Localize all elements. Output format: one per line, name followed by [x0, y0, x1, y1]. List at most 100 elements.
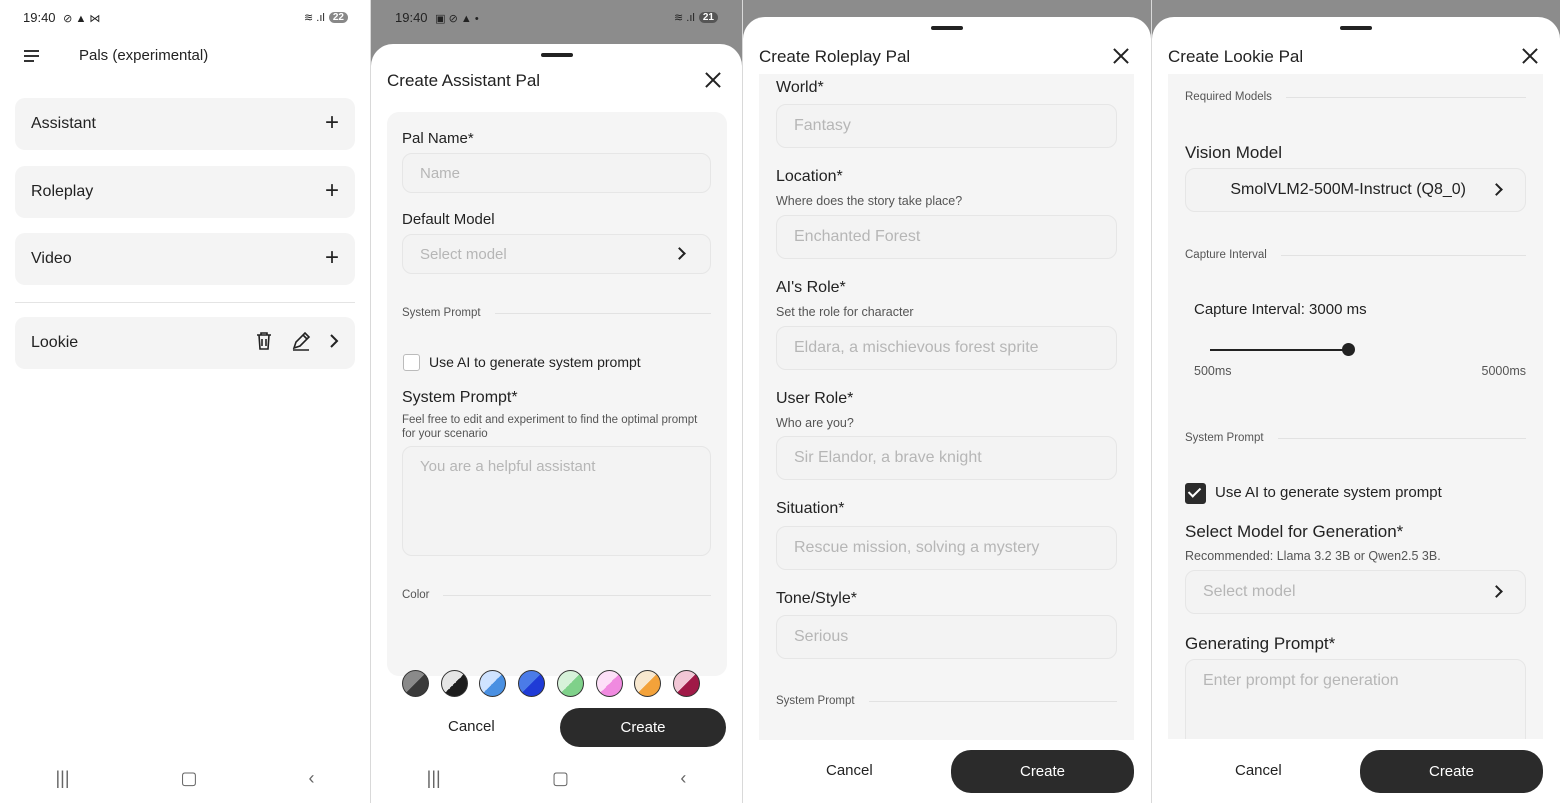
status-time: 19:40: [23, 9, 56, 25]
user-role-input[interactable]: Sir Elandor, a brave knight: [776, 436, 1117, 480]
saved-pal-lookie[interactable]: Lookie: [15, 317, 355, 369]
pal-name-input[interactable]: Name: [402, 153, 711, 193]
cancel-button[interactable]: Cancel: [1235, 762, 1282, 779]
home-icon[interactable]: ▢: [552, 768, 569, 789]
create-button[interactable]: Create: [560, 708, 726, 747]
close-icon[interactable]: [1522, 48, 1538, 64]
status-bar: 19:40 ▣ ⊘ ▲ • ≋ .ıl 21: [395, 8, 718, 26]
color-swatch-green[interactable]: [556, 670, 584, 697]
lookie-pal-screen: Create Lookie Pal Required Models Vision…: [1152, 0, 1560, 803]
drag-handle[interactable]: [931, 26, 963, 30]
signal-icon: ≋ .ıl: [304, 11, 325, 24]
user-role-hint: Who are you?: [776, 416, 854, 430]
location-hint: Where does the story take place?: [776, 194, 963, 208]
world-input[interactable]: Fantasy: [776, 104, 1117, 148]
default-model-value: Select model: [420, 245, 507, 263]
gen-prompt-textarea[interactable]: Enter prompt for generation: [1185, 659, 1526, 749]
create-button[interactable]: Create: [951, 750, 1134, 793]
pal-type-assistant[interactable]: Assistant +: [15, 98, 355, 150]
chevron-right-icon: [1490, 183, 1503, 196]
sheet-title: Create Assistant Pal: [387, 71, 541, 90]
vision-model-value: SmolVLM2-500M-Instruct (Q8_0): [1230, 181, 1466, 198]
create-lookie-sheet: Create Lookie Pal Required Models Vision…: [1152, 17, 1560, 803]
close-icon[interactable]: [705, 72, 721, 88]
plus-icon[interactable]: +: [325, 111, 339, 135]
location-label: Location*: [776, 168, 843, 185]
ai-role-hint: Set the role for character: [776, 305, 914, 319]
color-swatch-blue[interactable]: [518, 670, 546, 697]
pal-type-label: Assistant: [31, 115, 96, 132]
system-prompt-label: System Prompt*: [402, 389, 518, 406]
gen-model-select[interactable]: Select model: [1185, 570, 1526, 614]
edit-icon[interactable]: [291, 331, 311, 351]
color-swatch-gray[interactable]: [402, 670, 429, 697]
system-prompt-textarea[interactable]: You are a helpful assistant: [402, 446, 711, 556]
plus-icon[interactable]: +: [325, 246, 339, 270]
pal-type-label: Video: [31, 250, 72, 267]
cancel-button[interactable]: Cancel: [826, 762, 873, 779]
cancel-button[interactable]: Cancel: [448, 718, 495, 735]
roleplay-pal-screen: Create Roleplay Pal World* Fantasy Locat…: [743, 0, 1151, 803]
status-notification-icons: ⊘ ▲ ⋈: [63, 12, 101, 25]
recents-icon[interactable]: |||: [427, 768, 441, 789]
assistant-pal-screen: 19:40 ▣ ⊘ ▲ • ≋ .ıl 21 Create Assistant …: [371, 0, 742, 803]
close-icon[interactable]: [1113, 48, 1129, 64]
section-label: Color: [402, 589, 430, 601]
status-notification-icons: ▣ ⊘ ▲ •: [435, 12, 479, 25]
slider-min-label: 500ms: [1194, 364, 1232, 378]
saved-pal-label: Lookie: [31, 334, 79, 351]
use-ai-checkbox[interactable]: [1185, 483, 1206, 504]
back-icon[interactable]: ‹: [309, 768, 315, 789]
drag-handle[interactable]: [1340, 26, 1372, 30]
location-input[interactable]: Enchanted Forest: [776, 215, 1117, 259]
pal-type-roleplay[interactable]: Roleplay +: [15, 166, 355, 218]
ai-role-input[interactable]: Eldara, a mischievous forest sprite: [776, 326, 1117, 370]
system-nav-bar: ||| ▢ ‹: [371, 763, 742, 793]
sheet-title: Create Lookie Pal: [1168, 47, 1304, 66]
create-button[interactable]: Create: [1360, 750, 1543, 793]
default-model-select[interactable]: Select model: [402, 234, 711, 274]
signal-icon: ≋ .ıl: [674, 11, 695, 24]
tone-label: Tone/Style*: [776, 590, 857, 607]
back-icon[interactable]: ‹: [680, 768, 686, 789]
pal-type-video[interactable]: Video +: [15, 233, 355, 285]
battery-icon: 21: [698, 11, 718, 23]
system-prompt-section: System Prompt: [402, 307, 711, 319]
situation-input[interactable]: Rescue mission, solving a mystery: [776, 526, 1117, 570]
system-prompt-section: System Prompt: [1185, 432, 1526, 444]
home-icon[interactable]: ▢: [181, 768, 198, 789]
menu-icon[interactable]: [24, 50, 39, 62]
gen-model-label: Select Model for Generation*: [1185, 522, 1404, 541]
capture-interval-label: Capture Interval: 3000 ms: [1194, 301, 1367, 318]
color-swatch-black[interactable]: [440, 670, 468, 697]
gen-model-value: Select model: [1203, 583, 1296, 600]
slider-max-label: 5000ms: [1481, 364, 1526, 378]
divider: [15, 302, 355, 303]
page-title: Pals (experimental): [79, 47, 209, 64]
use-ai-checkbox[interactable]: [403, 354, 420, 371]
color-swatch-maroon[interactable]: [672, 670, 700, 697]
plus-icon[interactable]: +: [325, 179, 339, 203]
vision-model-select[interactable]: SmolVLM2-500M-Instruct (Q8_0): [1185, 168, 1526, 212]
chevron-right-icon: [673, 247, 686, 260]
capture-interval-section: Capture Interval: [1185, 249, 1526, 261]
ai-role-label: AI's Role*: [776, 279, 846, 296]
status-time: 19:40: [395, 9, 428, 25]
slider-track: [1210, 349, 1349, 351]
tone-input[interactable]: Serious: [776, 615, 1117, 659]
user-role-label: User Role*: [776, 390, 854, 407]
world-label: World*: [776, 79, 824, 96]
vision-model-label: Vision Model: [1185, 143, 1283, 162]
chevron-right-icon[interactable]: [329, 333, 339, 349]
use-ai-label: Use AI to generate system prompt: [1215, 484, 1442, 501]
section-label: System Prompt: [402, 307, 481, 319]
section-label: Capture Interval: [1185, 249, 1267, 261]
color-swatch-orange[interactable]: [634, 670, 662, 697]
trash-icon[interactable]: [255, 331, 273, 351]
recents-icon[interactable]: |||: [55, 768, 69, 789]
drag-handle[interactable]: [540, 53, 573, 57]
create-assistant-sheet: Create Assistant Pal Pal Name* Name Defa…: [371, 44, 742, 803]
color-section: Color: [402, 589, 711, 601]
color-swatch-pink[interactable]: [595, 670, 623, 697]
color-swatch-sky[interactable]: [479, 670, 507, 697]
